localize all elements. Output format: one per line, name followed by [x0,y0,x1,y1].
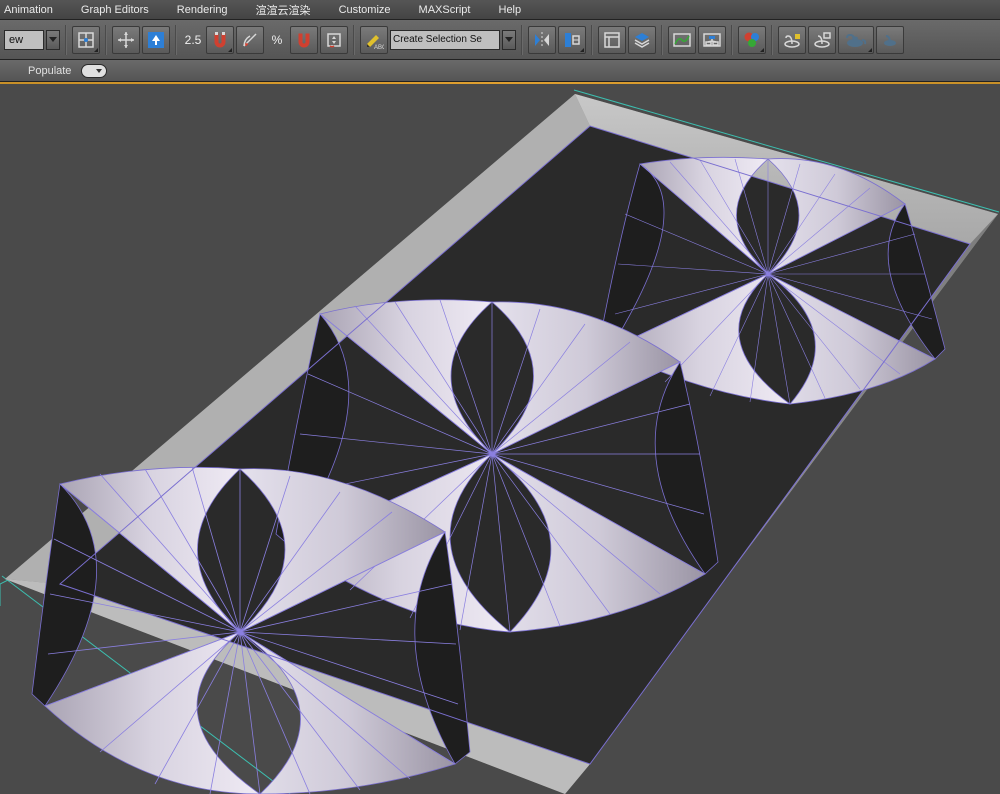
toggle-scene-explorer-button[interactable] [598,26,626,54]
use-pivot-center-button[interactable] [72,26,100,54]
menu-animation[interactable]: Animation [0,2,67,18]
curve-editor-button[interactable] [668,26,696,54]
main-menu-bar: Animation Graph Editors Rendering 渲渲云渲染 … [0,0,1000,20]
curve-editor-icon [672,30,692,50]
toolbar-separator [353,25,355,55]
svg-text:ABC: ABC [374,45,384,50]
move-gizmo-icon [116,30,136,50]
named-selection-set-dropdown-arrow-icon[interactable] [502,30,516,50]
up-arrow-icon [146,30,166,50]
percent-snap-label: % [268,33,286,47]
render-production-button[interactable] [838,26,874,54]
select-and-manipulate-button[interactable] [112,26,140,54]
menu-cloud-render[interactable]: 渲渲云渲染 [242,0,325,20]
align-button[interactable] [558,26,586,54]
render-setup-button[interactable] [778,26,806,54]
toolbar-separator [65,25,67,55]
snap-toggle-button[interactable] [206,26,234,54]
edit-named-selections-button[interactable]: ABC [360,26,388,54]
render-teapot-small-icon [880,30,900,50]
toolbar-separator [731,25,733,55]
coord-system-arrow-icon[interactable] [46,30,60,50]
menu-customize[interactable]: Customize [325,2,405,18]
render-teapot-icon [843,30,869,50]
snap-toggle-icon [210,30,230,50]
populate-dropdown-button[interactable] [81,64,107,78]
render-setup-icon [782,30,802,50]
toolbar-separator [661,25,663,55]
layer-explorer-icon [632,30,652,50]
snap-value-label: 2.5 [184,33,202,47]
schematic-view-button[interactable] [698,26,726,54]
coord-system-value: ew [9,34,23,46]
material-editor-icon [742,30,762,50]
main-toolbar: ew 2.5 [0,20,1000,60]
angle-snap-toggle-button[interactable] [236,26,264,54]
mirror-button[interactable] [528,26,556,54]
menu-graph-editors[interactable]: Graph Editors [67,2,163,18]
viewport-geometry [0,84,1000,794]
schematic-view-icon [702,30,722,50]
toolbar-separator [771,25,773,55]
keyboard-shortcut-override-button[interactable] [142,26,170,54]
pivot-center-icon [76,30,96,50]
toolbar-separator [105,25,107,55]
align-icon [562,30,582,50]
menu-maxscript[interactable]: MAXScript [405,2,485,18]
toolbar-separator [175,25,177,55]
named-selection-set-input[interactable] [390,30,500,50]
menu-help[interactable]: Help [485,2,536,18]
rendered-frame-window-button[interactable] [808,26,836,54]
populate-label: Populate [28,65,71,77]
perspective-viewport[interactable] [0,84,1000,794]
material-editor-button[interactable] [738,26,766,54]
spinner-snap-toggle-button[interactable] [320,26,348,54]
toolbar-separator [521,25,523,55]
percent-snap-icon [294,30,314,50]
angle-snap-icon [240,30,260,50]
layer-explorer-button[interactable] [628,26,656,54]
render-iterative-button[interactable] [876,26,904,54]
scene-explorer-icon [602,30,622,50]
rendered-frame-window-icon [812,30,832,50]
secondary-toolbar: Populate [0,60,1000,82]
menu-rendering[interactable]: Rendering [163,2,242,18]
mirror-icon [532,30,552,50]
named-selection-edit-icon: ABC [364,30,384,50]
spinner-snap-icon [324,30,344,50]
percent-snap-toggle-button[interactable] [290,26,318,54]
reference-coordinate-system-dropdown[interactable]: ew [4,30,44,50]
toolbar-separator [591,25,593,55]
